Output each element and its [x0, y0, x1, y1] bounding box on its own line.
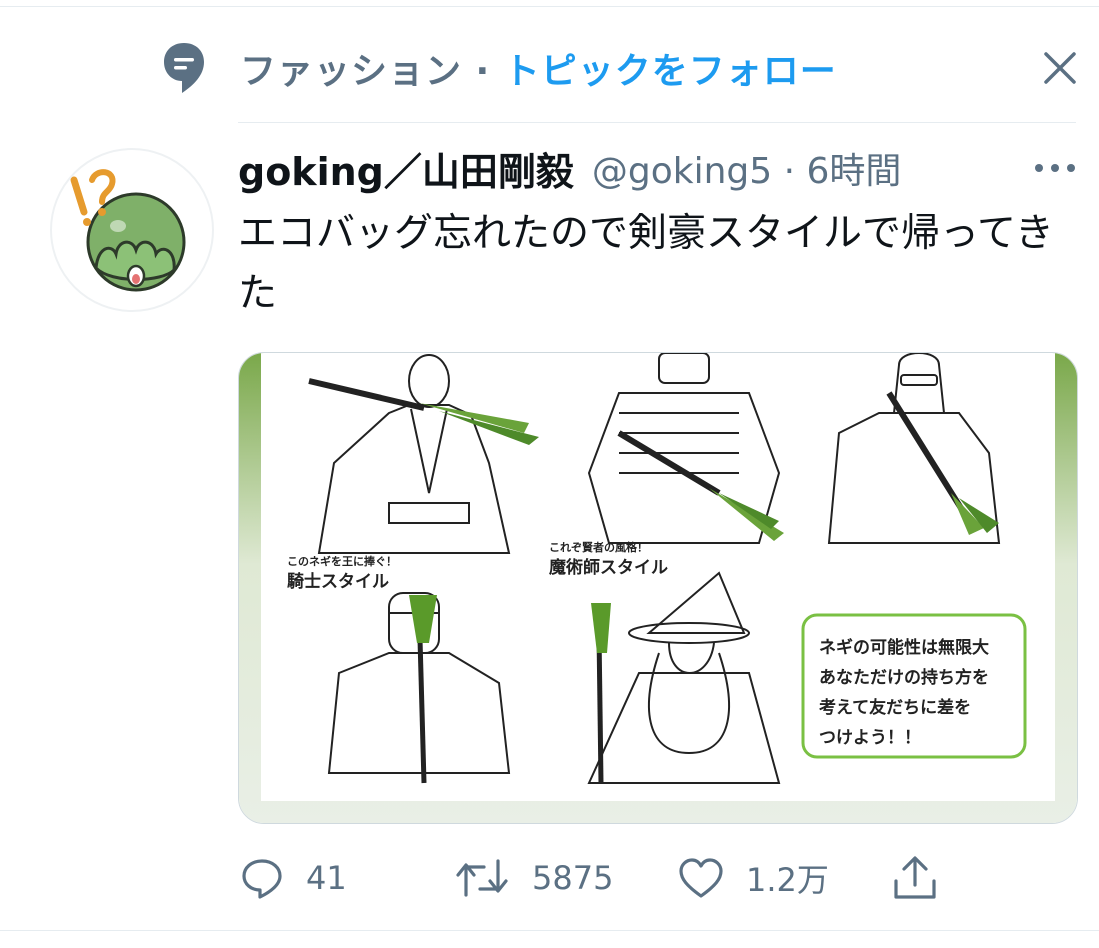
leek-styles-illustration: このネギを王に捧ぐ！ 騎士スタイル これぞ賢者の風格！ 魔術師スタイル ネギの可… [239, 353, 1077, 823]
timestamp[interactable]: 6時間 [807, 151, 902, 192]
topic-label: ファッション · トピックをフォロー [240, 42, 837, 94]
wizard-title: 魔術師スタイル [549, 557, 668, 578]
knight-title: 騎士スタイル [287, 571, 389, 592]
retweet-icon [456, 859, 508, 897]
knight-caption: このネギを王に捧ぐ！ [287, 554, 397, 568]
tweet-actions: 41 5875 1.2万 [240, 850, 1080, 906]
avatar[interactable] [50, 148, 214, 312]
heart-icon [679, 858, 723, 898]
close-icon [1044, 52, 1076, 84]
user-handle[interactable]: @goking5 [592, 151, 772, 192]
bottom-divider [0, 930, 1099, 931]
note-line-3: 考えて友だちに差を [818, 697, 971, 718]
note-box: ネギの可能性は無限大 あなただけの持ち方を 考えて友だちに差を つけよう！！ [801, 613, 1027, 759]
tweet-media-image[interactable]: このネギを王に捧ぐ！ 騎士スタイル これぞ賢者の風格！ 魔術師スタイル ネギの可… [238, 352, 1078, 824]
like-count: 1.2万 [746, 861, 829, 899]
tweet-text: エコバッグ忘れたので剣豪スタイルで帰ってきた [238, 211, 1054, 316]
reply-icon [242, 859, 282, 899]
time-separator: · [772, 151, 807, 192]
retweet-count: 5875 [532, 859, 614, 897]
note-line-1: ネギの可能性は無限大 [819, 637, 989, 658]
reply-button[interactable]: 41 [240, 850, 347, 906]
tweet-header: goking／山田剛毅 @goking5 · 6時間 [238, 140, 901, 196]
topic-bubble-icon [160, 40, 208, 96]
display-name[interactable]: goking／山田剛毅 [238, 141, 574, 196]
topic-separator: · [462, 51, 504, 92]
note-line-2: あなただけの持ち方を [819, 667, 989, 688]
close-button[interactable] [1040, 48, 1080, 88]
note-line-4: つけよう！！ [819, 728, 921, 748]
share-button[interactable] [892, 850, 938, 906]
header-divider [238, 122, 1076, 123]
more-dots-icon [1035, 164, 1075, 172]
topic-header: ファッション · トピックをフォロー [160, 40, 837, 96]
follow-topic-link[interactable]: トピックをフォロー [504, 51, 837, 92]
more-options-button[interactable] [1030, 150, 1080, 186]
share-icon [894, 856, 936, 899]
retweet-button[interactable]: 5875 [454, 850, 613, 906]
top-divider [0, 6, 1099, 7]
reply-count: 41 [306, 859, 347, 897]
green-character-avatar-icon [70, 169, 186, 292]
wizard-caption: これぞ賢者の風格！ [549, 540, 648, 554]
handle: @goking5 · 6時間 [592, 142, 902, 194]
like-button[interactable]: 1.2万 [678, 850, 829, 906]
topic-category: ファッション [240, 51, 463, 92]
